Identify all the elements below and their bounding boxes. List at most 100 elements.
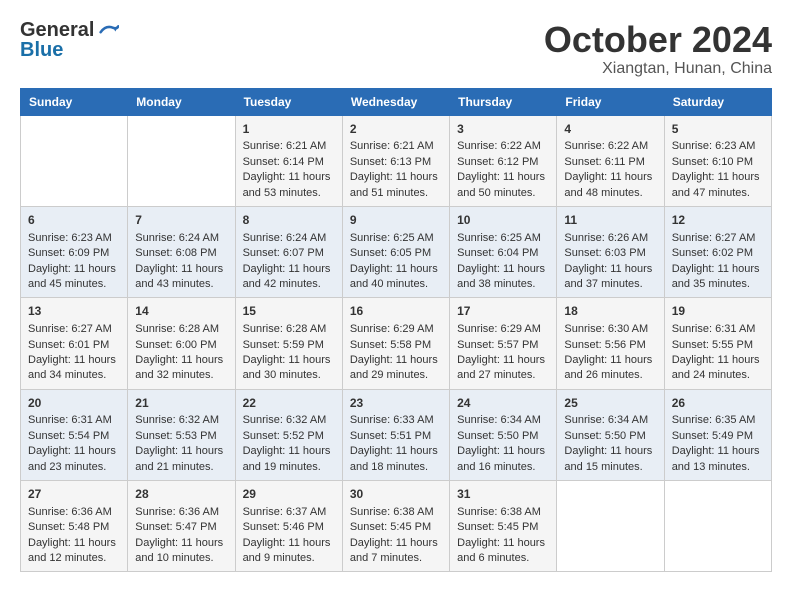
day-number: 13	[28, 303, 120, 320]
day-cell-8: 7Sunrise: 6:24 AMSunset: 6:08 PMDaylight…	[128, 206, 235, 297]
day-cell-32: 31Sunrise: 6:38 AMSunset: 5:45 PMDayligh…	[450, 481, 557, 572]
day-info: Daylight: 11 hours and 40 minutes.	[350, 262, 442, 293]
day-cell-16: 15Sunrise: 6:28 AMSunset: 5:59 PMDayligh…	[235, 298, 342, 389]
day-info: Sunset: 5:57 PM	[457, 338, 549, 353]
day-cell-29: 28Sunrise: 6:36 AMSunset: 5:47 PMDayligh…	[128, 481, 235, 572]
day-number: 4	[564, 121, 656, 138]
day-cell-4: 3Sunrise: 6:22 AMSunset: 6:12 PMDaylight…	[450, 115, 557, 206]
day-info: Sunset: 5:52 PM	[243, 429, 335, 444]
day-info: Sunset: 6:08 PM	[135, 246, 227, 261]
day-info: Sunrise: 6:23 AM	[28, 231, 120, 246]
column-header-thursday: Thursday	[450, 88, 557, 115]
day-info: Sunrise: 6:31 AM	[28, 413, 120, 428]
day-info: Sunrise: 6:21 AM	[350, 139, 442, 154]
day-cell-11: 10Sunrise: 6:25 AMSunset: 6:04 PMDayligh…	[450, 206, 557, 297]
header-row: SundayMondayTuesdayWednesdayThursdayFrid…	[21, 88, 772, 115]
day-cell-3: 2Sunrise: 6:21 AMSunset: 6:13 PMDaylight…	[342, 115, 449, 206]
day-cell-19: 18Sunrise: 6:30 AMSunset: 5:56 PMDayligh…	[557, 298, 664, 389]
day-info: Sunrise: 6:23 AM	[672, 139, 764, 154]
day-cell-2: 1Sunrise: 6:21 AMSunset: 6:14 PMDaylight…	[235, 115, 342, 206]
day-info: Sunrise: 6:36 AM	[135, 505, 227, 520]
day-info: Sunrise: 6:25 AM	[457, 231, 549, 246]
day-info: Sunrise: 6:31 AM	[672, 322, 764, 337]
day-number: 10	[457, 212, 549, 229]
day-cell-26: 25Sunrise: 6:34 AMSunset: 5:50 PMDayligh…	[557, 389, 664, 480]
day-cell-7: 6Sunrise: 6:23 AMSunset: 6:09 PMDaylight…	[21, 206, 128, 297]
day-info: Sunrise: 6:33 AM	[350, 413, 442, 428]
day-info: Daylight: 11 hours and 30 minutes.	[243, 353, 335, 384]
day-info: Sunrise: 6:27 AM	[28, 322, 120, 337]
week-row-2: 6Sunrise: 6:23 AMSunset: 6:09 PMDaylight…	[21, 206, 772, 297]
day-cell-20: 19Sunrise: 6:31 AMSunset: 5:55 PMDayligh…	[664, 298, 771, 389]
day-number: 30	[350, 486, 442, 503]
day-info: Sunset: 6:14 PM	[243, 155, 335, 170]
day-cell-5: 4Sunrise: 6:22 AMSunset: 6:11 PMDaylight…	[557, 115, 664, 206]
day-number: 16	[350, 303, 442, 320]
day-info: Sunset: 5:58 PM	[350, 338, 442, 353]
day-info: Daylight: 11 hours and 53 minutes.	[243, 170, 335, 201]
day-info: Sunset: 6:12 PM	[457, 155, 549, 170]
day-info: Daylight: 11 hours and 24 minutes.	[672, 353, 764, 384]
logo-blue-line: Blue	[20, 40, 63, 60]
day-number: 18	[564, 303, 656, 320]
day-info: Sunrise: 6:25 AM	[350, 231, 442, 246]
day-number: 15	[243, 303, 335, 320]
week-row-3: 13Sunrise: 6:27 AMSunset: 6:01 PMDayligh…	[21, 298, 772, 389]
day-info: Sunset: 5:53 PM	[135, 429, 227, 444]
logo-text-general: General	[20, 20, 94, 40]
day-info: Sunset: 5:45 PM	[457, 520, 549, 535]
day-info: Sunrise: 6:36 AM	[28, 505, 120, 520]
day-cell-30: 29Sunrise: 6:37 AMSunset: 5:46 PMDayligh…	[235, 481, 342, 572]
day-info: Daylight: 11 hours and 9 minutes.	[243, 536, 335, 567]
day-info: Sunrise: 6:24 AM	[243, 231, 335, 246]
day-info: Sunrise: 6:34 AM	[564, 413, 656, 428]
day-cell-21: 20Sunrise: 6:31 AMSunset: 5:54 PMDayligh…	[21, 389, 128, 480]
day-info: Sunset: 6:01 PM	[28, 338, 120, 353]
day-info: Daylight: 11 hours and 34 minutes.	[28, 353, 120, 384]
day-number: 23	[350, 395, 442, 412]
day-info: Daylight: 11 hours and 50 minutes.	[457, 170, 549, 201]
day-info: Sunrise: 6:32 AM	[135, 413, 227, 428]
day-info: Sunrise: 6:32 AM	[243, 413, 335, 428]
column-header-tuesday: Tuesday	[235, 88, 342, 115]
day-info: Sunset: 5:59 PM	[243, 338, 335, 353]
day-info: Sunset: 6:04 PM	[457, 246, 549, 261]
day-info: Daylight: 11 hours and 16 minutes.	[457, 444, 549, 475]
calendar-subtitle: Xiangtan, Hunan, China	[544, 60, 772, 78]
day-number: 6	[28, 212, 120, 229]
day-info: Sunrise: 6:27 AM	[672, 231, 764, 246]
day-number: 11	[564, 212, 656, 229]
day-cell-31: 30Sunrise: 6:38 AMSunset: 5:45 PMDayligh…	[342, 481, 449, 572]
day-info: Sunset: 5:45 PM	[350, 520, 442, 535]
day-cell-12: 11Sunrise: 6:26 AMSunset: 6:03 PMDayligh…	[557, 206, 664, 297]
day-number: 22	[243, 395, 335, 412]
column-header-sunday: Sunday	[21, 88, 128, 115]
day-cell-28: 27 Sunrise: 6:36 AMSunset: 5:48 PMDayligh…	[21, 481, 128, 572]
day-info: Sunset: 5:51 PM	[350, 429, 442, 444]
day-number: 31	[457, 486, 549, 503]
calendar-table: SundayMondayTuesdayWednesdayThursdayFrid…	[20, 88, 772, 573]
day-info: Sunrise: 6:21 AM	[243, 139, 335, 154]
day-number: 27	[28, 486, 120, 503]
title-section: October 2024 Xiangtan, Hunan, China	[544, 20, 772, 78]
day-info: Daylight: 11 hours and 51 minutes.	[350, 170, 442, 201]
day-info: Daylight: 11 hours and 37 minutes.	[564, 262, 656, 293]
day-info: Sunrise: 6:38 AM	[350, 505, 442, 520]
day-info: Sunset: 6:13 PM	[350, 155, 442, 170]
day-info: Daylight: 11 hours and 18 minutes.	[350, 444, 442, 475]
day-info: Daylight: 11 hours and 12 minutes.	[28, 536, 120, 567]
day-number: 25	[564, 395, 656, 412]
week-row-4: 20Sunrise: 6:31 AMSunset: 5:54 PMDayligh…	[21, 389, 772, 480]
logo-bird-icon	[97, 21, 119, 39]
logo-display: General	[20, 20, 119, 40]
day-number: 7	[135, 212, 227, 229]
day-info: Sunset: 6:10 PM	[672, 155, 764, 170]
day-info: Sunset: 5:48 PM	[28, 520, 120, 535]
logo-blue-label: Blue	[20, 39, 63, 61]
day-number: 8	[243, 212, 335, 229]
day-number: 1	[243, 121, 335, 138]
day-cell-27: 26Sunrise: 6:35 AMSunset: 5:49 PMDayligh…	[664, 389, 771, 480]
day-number: 14	[135, 303, 227, 320]
day-cell-0	[21, 115, 128, 206]
day-cell-24: 23Sunrise: 6:33 AMSunset: 5:51 PMDayligh…	[342, 389, 449, 480]
